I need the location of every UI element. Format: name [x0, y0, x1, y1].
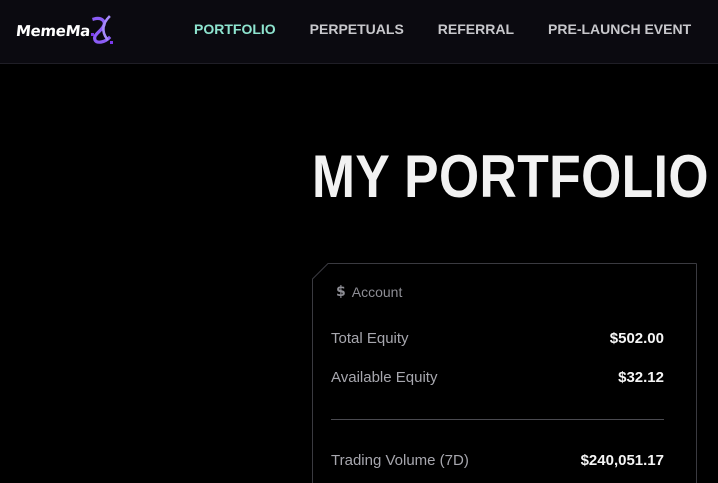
account-card: $ Account Total Equity $502.00 Available… — [312, 263, 697, 483]
nav-referral[interactable]: REFERRAL — [438, 21, 514, 37]
page-title: MY PORTFOLIO — [312, 143, 709, 210]
top-navigation-bar: MemeMa PORTFOLIO PERPETUALS REFERRAL PRE… — [0, 0, 718, 64]
nav-portfolio[interactable]: PORTFOLIO — [194, 21, 276, 37]
trading-volume-row: Trading Volume (7D) $240,051.17 — [331, 452, 664, 469]
available-equity-row: Available Equity $32.12 — [331, 369, 664, 386]
account-card-header: $ Account — [336, 284, 402, 300]
total-equity-label: Total Equity — [331, 330, 409, 347]
brand-name: MemeMa — [15, 22, 92, 40]
x-swirl-logo-icon — [91, 15, 114, 44]
available-equity-label: Available Equity — [331, 369, 438, 386]
available-equity-value: $32.12 — [618, 369, 664, 386]
divider — [331, 419, 664, 420]
total-equity-row: Total Equity $502.00 — [331, 330, 664, 347]
portfolio-page: MemeMa PORTFOLIO PERPETUALS REFERRAL PRE… — [0, 0, 718, 483]
brand-logo[interactable]: MemeMa — [15, 14, 115, 48]
trading-volume-label: Trading Volume (7D) — [331, 452, 469, 469]
nav-pre-launch-event[interactable]: PRE-LAUNCH EVENT — [548, 21, 691, 37]
dollar-icon: $ — [336, 284, 346, 300]
account-header-label: Account — [351, 284, 403, 300]
main-nav: PORTFOLIO PERPETUALS REFERRAL PRE-LAUNCH… — [194, 0, 718, 58]
nav-perpetuals[interactable]: PERPETUALS — [310, 21, 404, 37]
trading-volume-value: $240,051.17 — [580, 452, 664, 469]
total-equity-value: $502.00 — [609, 330, 664, 347]
